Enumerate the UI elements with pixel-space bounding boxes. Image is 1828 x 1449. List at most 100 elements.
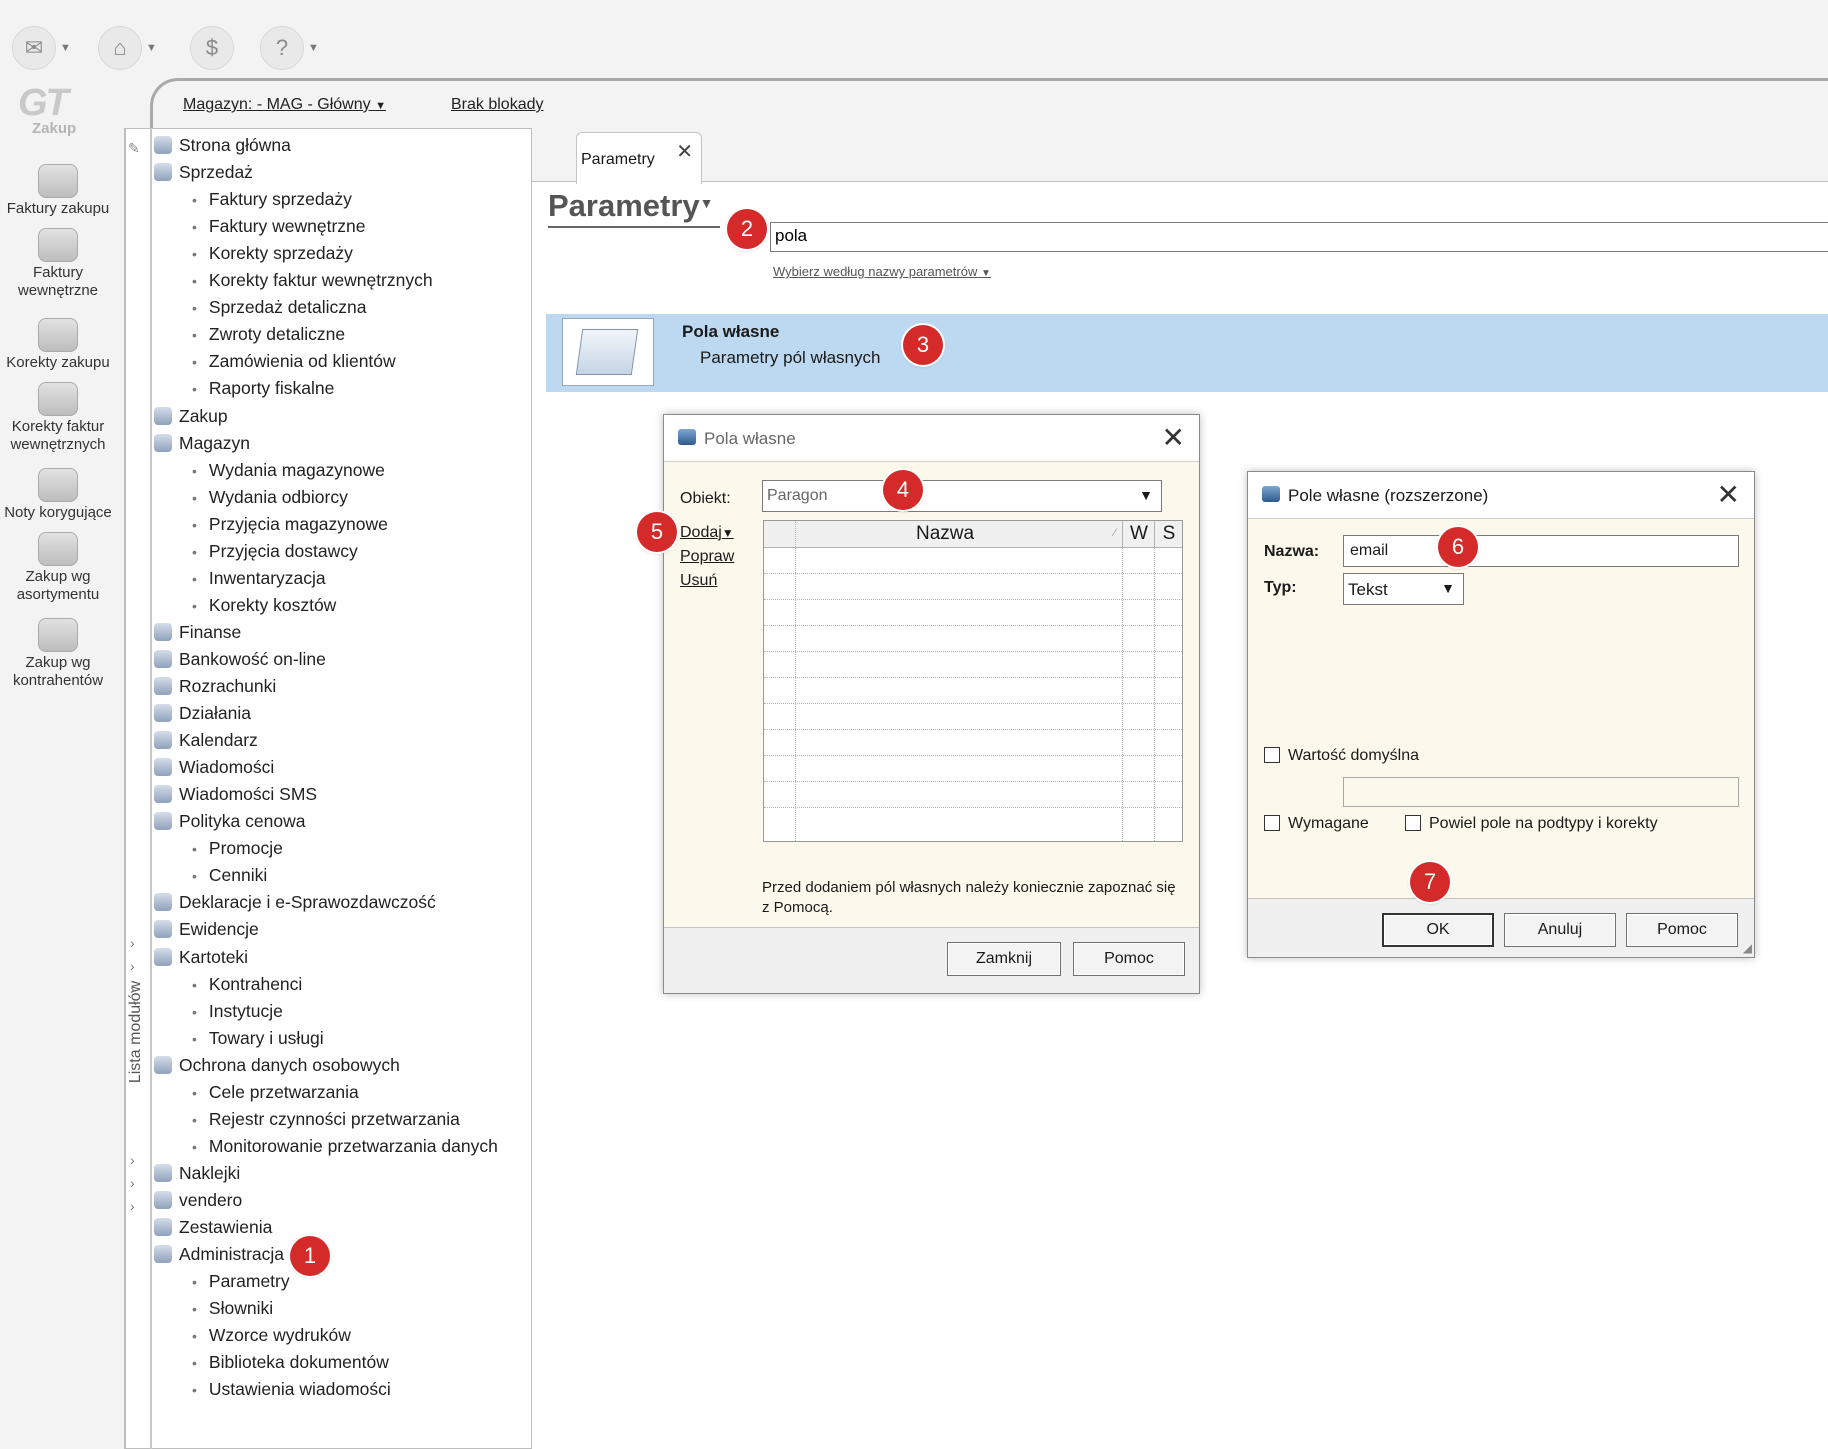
tree-item[interactable]: Zestawienia <box>150 1214 272 1240</box>
chevron-right-icon[interactable]: › <box>130 935 135 951</box>
ok-button[interactable]: OK <box>1382 913 1494 947</box>
edit-button[interactable]: Popraw <box>680 548 734 566</box>
chevron-down-icon[interactable]: ▼ <box>146 42 162 54</box>
tree-item[interactable]: Kartoteki <box>150 944 248 970</box>
cancel-button[interactable]: Anuluj <box>1504 913 1616 947</box>
tree-item[interactable]: Zwroty detaliczne <box>192 321 345 347</box>
tree-item[interactable]: Biblioteka dokumentów <box>192 1349 389 1375</box>
tree-item[interactable]: Faktury wewnętrzne <box>192 213 366 239</box>
tree-item[interactable]: Parametry <box>192 1268 290 1294</box>
warehouse-selector[interactable]: Magazyn: - MAG - Główny ▼ <box>183 96 386 114</box>
tree-item[interactable]: vendero <box>150 1187 242 1213</box>
tree-item[interactable]: Wzorce wydruków <box>192 1322 351 1348</box>
chevron-right-icon[interactable]: › <box>130 981 135 997</box>
tree-item[interactable]: Ewidencje <box>150 916 259 942</box>
chevron-right-icon[interactable]: › <box>130 1152 135 1168</box>
search-input[interactable] <box>771 223 1379 249</box>
default-value-input[interactable] <box>1343 777 1739 807</box>
required-checkbox[interactable]: Wymagane <box>1264 815 1369 833</box>
tree-item[interactable]: Administracja <box>150 1241 284 1267</box>
close-icon[interactable]: ✕ <box>1162 421 1185 454</box>
chevron-right-icon[interactable]: › <box>130 958 135 974</box>
checkbox[interactable] <box>1264 747 1280 763</box>
tree-item[interactable]: Kontrahenci <box>192 971 302 997</box>
resize-grip-icon[interactable]: ◢ <box>1743 941 1752 955</box>
tree-item[interactable]: Finanse <box>150 619 241 645</box>
tree-item[interactable]: Strona główna <box>150 132 291 158</box>
tree-item[interactable]: Naklejki <box>150 1160 240 1186</box>
tree-item[interactable]: Towary i usługi <box>192 1025 324 1051</box>
tree-item[interactable]: Rejestr czynności przetwarzania <box>192 1106 460 1132</box>
chevron-down-icon[interactable]: ▼ <box>308 42 324 54</box>
tree-item[interactable]: Wydania odbiorcy <box>192 484 348 510</box>
column-header-s[interactable]: S <box>1154 521 1183 547</box>
tree-item[interactable]: Wiadomości <box>150 754 274 780</box>
name-input[interactable]: email <box>1343 535 1739 567</box>
tree-item[interactable]: Zamówienia od klientów <box>192 348 396 374</box>
type-select[interactable]: Tekst ▼ <box>1343 573 1464 605</box>
column-header-name[interactable]: Nazwa <box>916 523 974 545</box>
lock-status-link[interactable]: Brak blokady <box>451 96 544 114</box>
chevron-right-icon[interactable]: › <box>130 1198 135 1214</box>
tree-item[interactable]: Sprzedaż detaliczna <box>192 294 367 320</box>
tree-item[interactable]: Polityka cenowa <box>150 808 305 834</box>
chevron-right-icon[interactable]: › <box>130 1175 135 1191</box>
column-header-w[interactable]: W <box>1122 521 1155 547</box>
tree-item[interactable]: Korekty sprzedaży <box>192 240 353 266</box>
delete-button[interactable]: Usuń <box>680 572 717 590</box>
tree-item[interactable]: Cenniki <box>192 862 267 888</box>
send-receive-button[interactable]: ✉ ▼ <box>12 22 76 74</box>
tree-item[interactable]: Raporty fiskalne <box>192 375 334 401</box>
page-title[interactable]: Parametry▼ <box>548 188 714 224</box>
tree-item[interactable]: Ochrona danych osobowych <box>150 1052 400 1078</box>
tree-item[interactable]: Korekty faktur wewnętrznych <box>192 267 433 293</box>
left-button-purchase-corrections[interactable]: Korekty zakupu <box>0 318 116 372</box>
inbox-button[interactable]: ⌂ ▼ <box>98 22 162 74</box>
close-button[interactable]: Zamknij <box>947 942 1061 976</box>
tree-item[interactable]: Wiadomości SMS <box>150 781 317 807</box>
help-button[interactable]: Pomoc <box>1626 913 1738 947</box>
tree-item[interactable]: Wydania magazynowe <box>192 457 385 483</box>
default-value-checkbox[interactable]: Wartość domyślna <box>1264 747 1419 765</box>
tree-item[interactable]: Przyjęcia dostawcy <box>192 538 358 564</box>
left-button-purchase-invoices[interactable]: Faktury zakupu <box>0 164 116 218</box>
parameter-search-box[interactable] <box>770 222 1828 252</box>
tree-item[interactable]: Monitorowanie przetwarzania danych <box>192 1133 498 1159</box>
module-list-tab[interactable]: Lista modułów <box>124 925 150 1145</box>
close-icon[interactable]: ✕ <box>676 139 693 164</box>
tree-item[interactable]: Korekty kosztów <box>192 592 336 618</box>
tree-item[interactable]: Deklaracje i e-Sprawozdawczość <box>150 889 436 915</box>
tree-item[interactable]: Ustawienia wiadomości <box>192 1376 391 1402</box>
tree-item[interactable]: Magazyn <box>150 430 250 456</box>
chevron-down-icon[interactable]: ▼ <box>60 42 76 54</box>
tree-item[interactable]: Słowniki <box>192 1295 273 1321</box>
tree-item[interactable]: Przyjęcia magazynowe <box>192 511 388 537</box>
result-row-custom-fields[interactable]: Pola własne Parametry pól własnych <box>546 314 1828 392</box>
left-button-internal-invoices[interactable]: Faktury wewnętrzne <box>0 228 116 300</box>
tree-item[interactable]: Promocje <box>192 835 283 861</box>
select-by-dropdown[interactable]: Wybierz według nazwy parametrów ▼ <box>773 264 991 279</box>
tab-parametry[interactable]: Parametry ✕ <box>576 132 702 184</box>
tree-item[interactable]: Działania <box>150 700 251 726</box>
tree-item[interactable]: Bankowość on-line <box>150 646 326 672</box>
checkbox[interactable] <box>1405 815 1421 831</box>
tree-item[interactable]: Cele przetwarzania <box>192 1079 359 1105</box>
close-icon[interactable]: ✕ <box>1717 478 1740 511</box>
tree-item[interactable]: Faktury sprzedaży <box>192 186 352 212</box>
left-button-internal-corrections[interactable]: Korekty faktur wewnętrznych <box>0 382 116 454</box>
tree-item[interactable]: Kalendarz <box>150 727 258 753</box>
tree-item[interactable]: Sprzedaż <box>150 159 253 185</box>
object-select[interactable]: Paragon ▼ <box>762 480 1162 512</box>
pin-icon[interactable]: ✎ <box>128 140 140 157</box>
help-button[interactable]: Pomoc <box>1073 942 1185 976</box>
help-button[interactable]: ? ▼ <box>260 22 324 74</box>
left-button-purchase-by-contractors[interactable]: Zakup wg kontrahentów <box>0 618 116 690</box>
checkbox[interactable] <box>1264 815 1280 831</box>
tree-item[interactable]: Instytucje <box>192 998 283 1024</box>
tree-item[interactable]: Zakup <box>150 403 228 429</box>
copy-to-subtypes-checkbox[interactable]: Powiel pole na podtypy i korekty <box>1405 815 1658 833</box>
fields-grid[interactable]: Nazwa ⁄ W S <box>763 520 1183 842</box>
dollar-button[interactable]: $ <box>190 22 234 74</box>
add-button[interactable]: Dodaj▼ <box>680 524 734 542</box>
left-button-correction-notes[interactable]: Noty korygujące <box>0 468 116 522</box>
